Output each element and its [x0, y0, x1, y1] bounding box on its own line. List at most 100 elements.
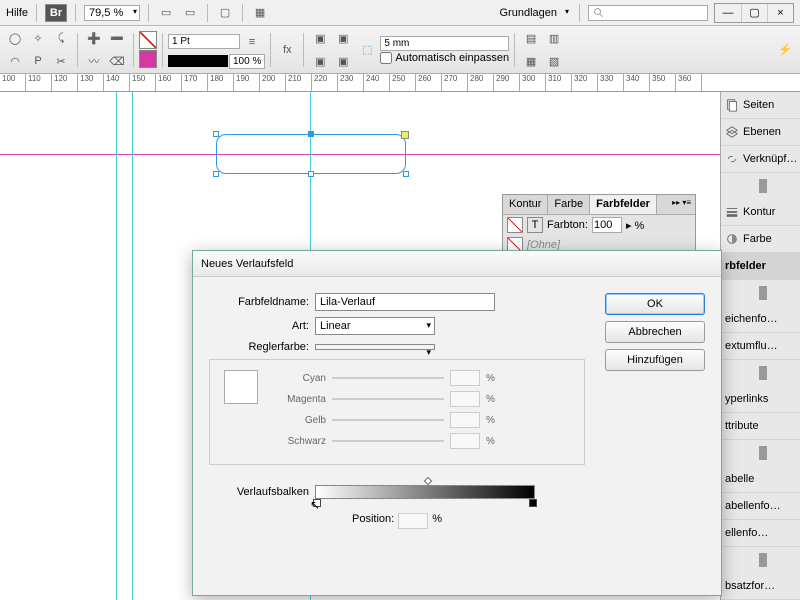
view-mode-2-icon[interactable]: ▭ [181, 4, 199, 22]
tool-scissors-icon[interactable]: ✂ [50, 50, 72, 72]
links-icon [725, 152, 739, 166]
search-field[interactable] [588, 5, 708, 21]
zoom-dropdown[interactable]: 79,5 % [84, 5, 140, 21]
panel-item-verknupf[interactable]: Verknüpf… [721, 146, 800, 173]
panel-item-hyperlinks[interactable]: yperlinks [721, 386, 800, 413]
gradient-ramp[interactable]: ↖ [315, 485, 535, 499]
panel-item-absatzfor[interactable]: bsatzfor… [721, 573, 800, 600]
gradient-stop-right[interactable] [529, 499, 537, 507]
position-value[interactable] [398, 513, 428, 529]
tool-arc-icon[interactable]: ◠ [4, 50, 26, 72]
new-gradient-dialog: Neues Verlaufsfeld Farbfeldname: Art: Li… [192, 250, 722, 596]
stroke-icon [725, 205, 739, 219]
tab-kontur[interactable]: Kontur [503, 195, 548, 214]
selected-frame[interactable] [216, 134, 406, 174]
schwarz-value[interactable] [450, 433, 480, 449]
minimize-button[interactable]: — [715, 4, 741, 22]
panel-item-farbe[interactable]: Farbe [721, 226, 800, 253]
panel-item-farbfelder[interactable]: rbfelder [721, 253, 800, 280]
cyan-slider[interactable] [332, 377, 444, 379]
arrange-icon[interactable]: ▦ [251, 4, 269, 22]
pages-icon [725, 98, 739, 112]
hinzufugen-button[interactable]: Hinzufügen [605, 349, 705, 371]
fill-indicator[interactable] [507, 217, 523, 233]
tool-erase-icon[interactable]: ⌫ [106, 50, 128, 72]
art-dropdown[interactable]: Linear [315, 317, 435, 335]
menubar: Hilfe Br 79,5 % ▭ ▭ ▢ ▦ Grundlagen — ▢ × [0, 0, 800, 26]
maximize-button[interactable]: ▢ [741, 4, 767, 22]
panel-item-tabelle[interactable]: abelle [721, 466, 800, 493]
resize-handle[interactable] [213, 131, 219, 137]
screen-mode-icon[interactable]: ▢ [216, 4, 234, 22]
align-4-icon[interactable]: ▧ [543, 50, 565, 72]
align-1-icon[interactable]: ▤ [520, 27, 542, 49]
abbrechen-button[interactable]: Abbrechen [605, 321, 705, 343]
tool-type-path-icon[interactable]: P [27, 50, 49, 72]
stroke-style-icon[interactable]: ≡ [241, 31, 263, 53]
reglerfarbe-dropdown[interactable] [315, 344, 435, 350]
guide-vertical[interactable] [132, 92, 133, 600]
fit-1-icon[interactable]: ▣ [309, 27, 331, 49]
farbton-input[interactable] [592, 217, 622, 233]
effects-icon[interactable]: fx [276, 39, 298, 61]
swatches-panel[interactable]: Kontur Farbe Farbfelder ▸▸ ▾≡ T Farbton:… [502, 194, 696, 254]
swatches-tabs: Kontur Farbe Farbfelder ▸▸ ▾≡ [503, 195, 695, 215]
fill-swatch[interactable] [139, 31, 157, 49]
align-3-icon[interactable]: ▦ [520, 50, 542, 72]
panel-item-kontur[interactable]: Kontur [721, 199, 800, 226]
panel-collapse-icon[interactable]: ▸▸ ▾≡ [668, 195, 695, 214]
stroke-weight-field[interactable]: 1 Pt [168, 34, 240, 49]
tool-convert-icon[interactable]: ⤹ [50, 27, 72, 49]
resize-handle[interactable] [308, 171, 314, 177]
resize-handle[interactable] [403, 171, 409, 177]
type-color-icon[interactable]: T [527, 217, 543, 233]
guide-vertical[interactable] [116, 92, 117, 600]
gradient-midpoint-icon[interactable] [424, 477, 432, 485]
tool-anchor-icon[interactable]: ✧ [27, 27, 49, 49]
flash-icon[interactable]: ⚡ [774, 39, 796, 61]
align-2-icon[interactable]: ▥ [543, 27, 565, 49]
bridge-button[interactable]: Br [45, 4, 67, 22]
cyan-value[interactable] [450, 370, 480, 386]
view-mode-1-icon[interactable]: ▭ [157, 4, 175, 22]
tab-farbe[interactable]: Farbe [548, 195, 590, 214]
panel-item-attribute[interactable]: ttribute [721, 413, 800, 440]
stroke-preview [168, 55, 228, 67]
resize-handle[interactable] [213, 171, 219, 177]
panel-item-textumflu[interactable]: extumflu… [721, 333, 800, 360]
corner-radius-handle[interactable] [401, 131, 409, 139]
tool-anchor-add-icon[interactable]: ➕ [83, 27, 105, 49]
frame-fit-icon[interactable]: ⬚ [356, 39, 378, 61]
fit-4-icon[interactable]: ▣ [332, 50, 354, 72]
magenta-value[interactable] [450, 391, 480, 407]
ok-button[interactable]: OK [605, 293, 705, 315]
auto-fit-checkbox[interactable]: Automatisch einpassen [380, 52, 509, 64]
workspace-dropdown[interactable]: Grundlagen [496, 6, 572, 20]
fit-3-icon[interactable]: ▣ [309, 50, 331, 72]
tint-arrow-icon[interactable]: ▸ % [626, 219, 644, 232]
stroke-swatch[interactable] [139, 50, 157, 68]
panel-item-seiten[interactable]: Seiten [721, 92, 800, 119]
opacity-field[interactable]: 100 % [229, 54, 265, 69]
tool-anchor-del-icon[interactable]: ➖ [106, 27, 128, 49]
fit-2-icon[interactable]: ▣ [332, 27, 354, 49]
gelb-value[interactable] [450, 412, 480, 428]
panel-item-zeichenfo[interactable]: eichenfo… [721, 306, 800, 333]
frame-fit-value[interactable]: 5 mm [380, 36, 509, 51]
tool-smooth-icon[interactable]: 〰 [83, 50, 105, 72]
farbfeldname-input[interactable] [315, 293, 495, 311]
panel-item-zellenfo[interactable]: ellenfo… [721, 520, 800, 547]
dialog-titlebar[interactable]: Neues Verlaufsfeld [193, 251, 721, 277]
menu-help[interactable]: Hilfe [6, 7, 28, 19]
magenta-slider[interactable] [332, 398, 444, 400]
resize-handle[interactable] [308, 131, 314, 137]
dialog-title: Neues Verlaufsfeld [201, 258, 293, 270]
panel-item-ebenen[interactable]: Ebenen [721, 119, 800, 146]
color-preview [224, 370, 258, 404]
schwarz-slider[interactable] [332, 440, 444, 442]
gelb-slider[interactable] [332, 419, 444, 421]
tool-ellipse-icon[interactable]: ◯ [4, 27, 26, 49]
panel-item-tabellenfo[interactable]: abellenfo… [721, 493, 800, 520]
tab-farbfelder[interactable]: Farbfelder [590, 195, 657, 214]
close-button[interactable]: × [767, 4, 793, 22]
